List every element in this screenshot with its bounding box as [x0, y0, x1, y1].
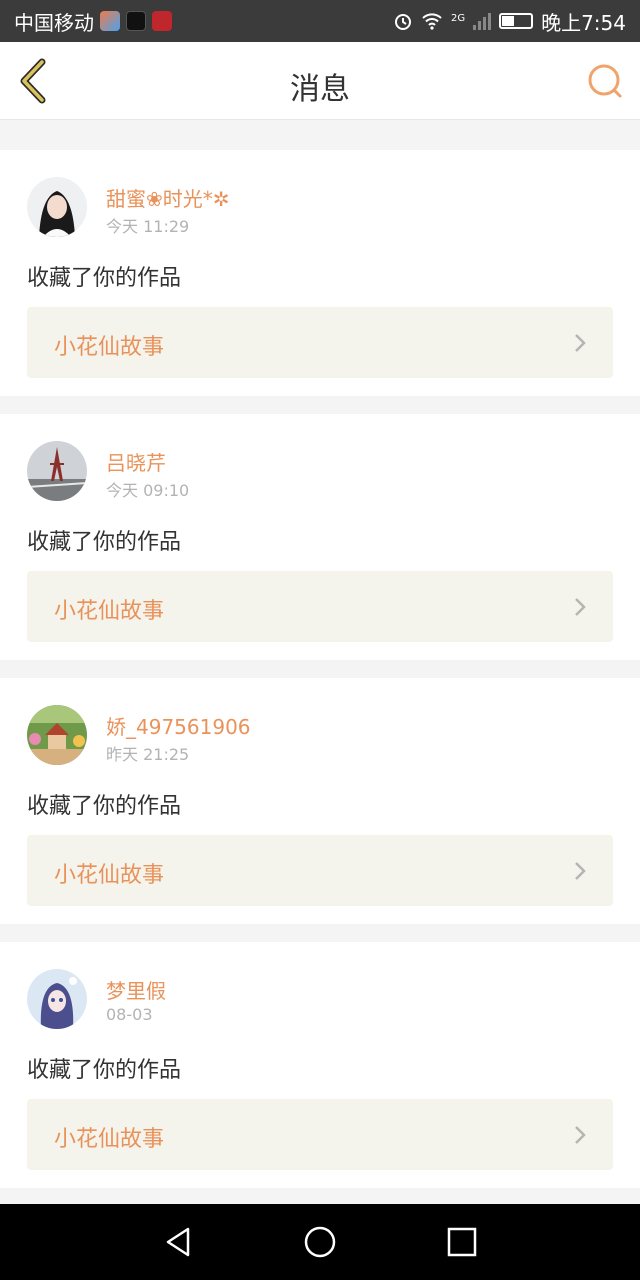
app-header: 消息: [0, 42, 640, 120]
search-button[interactable]: [586, 62, 624, 100]
status-time: 晚上7:54: [541, 10, 626, 35]
circle-home-icon: [304, 1226, 336, 1258]
work-link[interactable]: 小花仙故事: [27, 835, 613, 906]
message-action: 收藏了你的作品: [27, 1058, 182, 1083]
chevron-right-icon: [575, 1126, 586, 1144]
avatar-garden-house-image: [27, 705, 87, 765]
work-link[interactable]: 小花仙故事: [27, 307, 613, 378]
nav-home-button[interactable]: [302, 1224, 338, 1260]
status-right: 2G 晚上7:54: [393, 7, 626, 36]
chevron-right-icon: [575, 862, 586, 880]
avatar-anime-girl-image: [27, 969, 87, 1029]
system-nav-bar: [0, 1204, 640, 1280]
triangle-back-icon: [166, 1227, 190, 1257]
avatar-eiffel-tower-image: [27, 441, 87, 501]
user-name[interactable]: 娇_497561906: [106, 711, 251, 740]
message-list: 甜蜜❀时光*✲ 今天 11:29 收藏了你的作品 小花仙故事 吕晓芹 今天 09…: [0, 150, 640, 1206]
work-title: 小花仙故事: [54, 599, 165, 624]
message-card: 梦里假 08-03 收藏了你的作品 小花仙故事: [0, 942, 640, 1188]
status-bar: 中国移动 2G 晚上7:54: [0, 0, 640, 42]
message-action: 收藏了你的作品: [27, 530, 182, 555]
message-action: 收藏了你的作品: [27, 794, 182, 819]
search-icon: [588, 64, 622, 98]
avatar[interactable]: [27, 177, 87, 237]
work-title: 小花仙故事: [54, 1127, 165, 1152]
message-time: 今天 11:29: [106, 217, 190, 236]
carrier-label: 中国移动: [14, 10, 94, 35]
square-recent-icon: [447, 1227, 477, 1257]
message-card: 吕晓芹 今天 09:10 收藏了你的作品 小花仙故事: [0, 414, 640, 660]
network-type: 2G: [450, 12, 466, 24]
avatar[interactable]: [27, 705, 87, 765]
alarm-icon: [394, 14, 411, 30]
avatar[interactable]: [27, 441, 87, 501]
message-card: 甜蜜❀时光*✲ 今天 11:29 收藏了你的作品 小花仙故事: [0, 150, 640, 396]
tiktok-notification-icon: [126, 11, 146, 31]
message-action: 收藏了你的作品: [27, 266, 182, 291]
avatar-woman-image: [27, 177, 87, 237]
message-time: 今天 09:10: [106, 481, 190, 500]
chevron-right-icon: [575, 598, 586, 616]
nav-back-button[interactable]: [160, 1224, 196, 1260]
huawei-notification-icon: [152, 11, 172, 31]
work-title: 小花仙故事: [54, 335, 165, 360]
signal-icon: [473, 12, 492, 30]
chevron-right-icon: [575, 334, 586, 352]
work-title: 小花仙故事: [54, 863, 165, 888]
nav-recent-button[interactable]: [444, 1224, 480, 1260]
user-name[interactable]: 梦里假: [106, 975, 166, 1004]
message-card: 娇_497561906 昨天 21:25 收藏了你的作品 小花仙故事: [0, 678, 640, 924]
message-time: 昨天 21:25: [106, 745, 190, 764]
avatar[interactable]: [27, 969, 87, 1029]
work-link[interactable]: 小花仙故事: [27, 571, 613, 642]
battery-icon: [499, 13, 534, 29]
message-time: 08-03: [106, 1005, 153, 1024]
user-name[interactable]: 吕晓芹: [106, 447, 166, 476]
work-link[interactable]: 小花仙故事: [27, 1099, 613, 1170]
wifi-icon: [422, 13, 442, 30]
status-left: 中国移动: [14, 7, 172, 36]
page-title: 消息: [290, 72, 350, 107]
user-name[interactable]: 甜蜜❀时光*✲: [106, 183, 230, 212]
app-notification-icon: [100, 11, 120, 31]
